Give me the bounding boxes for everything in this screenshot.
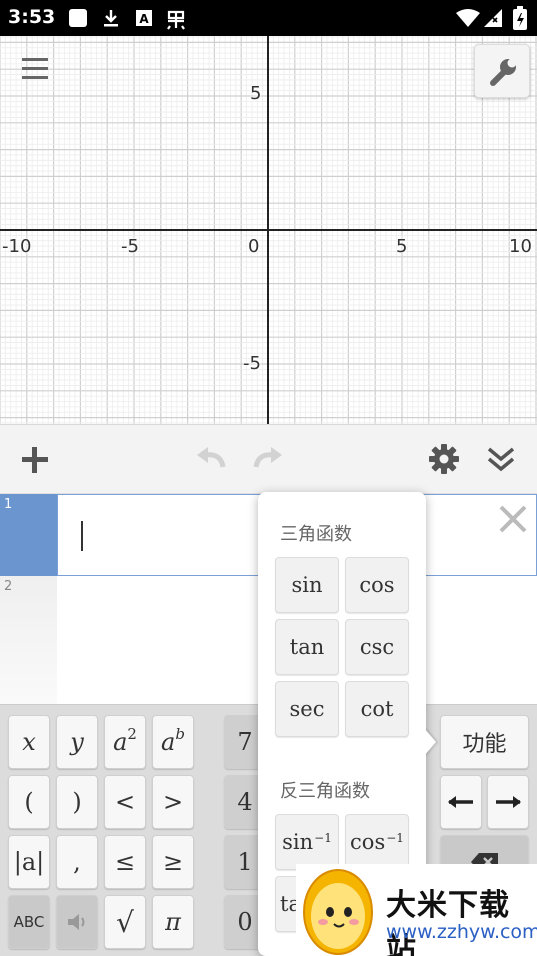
key-abs[interactable]: |a| xyxy=(8,835,50,889)
bug-icon xyxy=(164,8,188,34)
x-tick-label: 0 xyxy=(248,236,260,257)
expression-index: 1 xyxy=(4,497,13,512)
x-tick-label: -10 xyxy=(2,236,32,257)
svg-text:A: A xyxy=(139,12,149,26)
x-tick-label: -5 xyxy=(121,236,139,257)
key-audio[interactable] xyxy=(56,895,98,949)
watermark-title: 大米下载站 xyxy=(386,888,510,956)
key-greater-equal[interactable]: ≥ xyxy=(152,835,194,889)
arrow-left-icon xyxy=(448,796,473,808)
status-bar: 3:53 A xyxy=(0,0,537,36)
key-sin[interactable]: sin xyxy=(275,557,339,613)
key-sec[interactable]: sec xyxy=(275,681,339,737)
watermark: 大米下载站 www.zzhyw.com xyxy=(296,864,537,956)
wrench-icon xyxy=(490,58,517,86)
notification-square-icon xyxy=(68,8,88,32)
key-less-than[interactable]: < xyxy=(104,775,146,829)
popup-pointer xyxy=(424,728,436,756)
a-badge-icon: A xyxy=(134,8,154,32)
y-tick-label: 5 xyxy=(250,83,262,104)
key-arcsin-label: sin xyxy=(282,830,314,854)
settings-button[interactable] xyxy=(428,443,460,479)
key-arcsin[interactable]: sin −1 xyxy=(275,814,339,870)
graph-grid xyxy=(0,36,537,424)
key-a-power-b-exponent: b xyxy=(175,725,185,743)
key-y[interactable]: y xyxy=(56,715,98,769)
key-greater-than[interactable]: > xyxy=(152,775,194,829)
key-less-equal[interactable]: ≤ xyxy=(104,835,146,889)
key-arcsin-exponent: −1 xyxy=(314,831,332,845)
key-cos[interactable]: cos xyxy=(345,557,409,613)
key-arccos[interactable]: cos −1 xyxy=(345,814,409,870)
delete-expression-button[interactable] xyxy=(498,503,528,543)
collapse-button[interactable] xyxy=(485,443,517,479)
expression-index: 2 xyxy=(4,579,13,594)
key-arccos-exponent: −1 xyxy=(386,831,404,845)
expression-toolbar xyxy=(0,424,537,494)
watermark-url: www.zzhyw.com xyxy=(386,921,537,943)
close-icon xyxy=(499,505,527,533)
add-expression-button[interactable] xyxy=(20,445,50,479)
key-open-paren[interactable]: ( xyxy=(8,775,50,829)
status-time: 3:53 xyxy=(8,6,56,28)
undo-button[interactable] xyxy=(193,443,229,477)
key-a-squared-base: a xyxy=(113,728,128,756)
key-arccos-label: cos xyxy=(350,830,386,854)
redo-icon xyxy=(253,447,282,468)
hamburger-icon xyxy=(22,58,48,79)
x-tick-label: 5 xyxy=(396,236,408,257)
download-icon xyxy=(101,8,121,32)
battery-icon xyxy=(513,6,527,34)
key-x[interactable]: x xyxy=(8,715,50,769)
key-sqrt[interactable]: √ xyxy=(104,895,146,949)
expression-row-index[interactable]: 2 xyxy=(0,576,57,704)
functions-button[interactable]: 功能 xyxy=(440,715,529,769)
gear-icon xyxy=(429,444,459,474)
inverse-trig-section-title: 反三角函数 xyxy=(280,781,370,802)
y-tick-label: -5 xyxy=(243,353,261,374)
text-cursor xyxy=(81,521,83,551)
expression-row-index[interactable]: 1 xyxy=(0,494,57,576)
graph-settings-button[interactable] xyxy=(474,44,530,98)
arrow-right-icon xyxy=(496,796,521,808)
key-comma[interactable]: , xyxy=(56,835,98,889)
menu-button[interactable] xyxy=(16,56,52,84)
x-tick-label: 10 xyxy=(509,236,532,257)
key-pi[interactable]: π xyxy=(152,895,194,949)
key-a-squared-exponent: 2 xyxy=(127,725,137,743)
undo-icon xyxy=(197,447,226,468)
redo-button[interactable] xyxy=(250,443,286,477)
key-a-squared[interactable]: a2 xyxy=(104,715,146,769)
key-a-power-b-base: a xyxy=(161,728,176,756)
key-csc[interactable]: csc xyxy=(345,619,409,675)
key-a-power-b[interactable]: ab xyxy=(152,715,194,769)
double-chevron-down-icon xyxy=(487,447,515,472)
key-tan[interactable]: tan xyxy=(275,619,339,675)
key-close-paren[interactable]: ) xyxy=(56,775,98,829)
signal-icon xyxy=(484,9,502,31)
cursor-right-button[interactable] xyxy=(487,775,529,829)
key-cot[interactable]: cot xyxy=(345,681,409,737)
speaker-icon xyxy=(68,914,85,930)
trig-section-title: 三角函数 xyxy=(280,524,352,545)
cursor-left-button[interactable] xyxy=(440,775,482,829)
plus-icon xyxy=(22,447,48,473)
mascot-logo xyxy=(303,869,373,955)
wifi-icon xyxy=(456,9,480,31)
graph-paper[interactable]: -10 -5 0 5 10 5 -5 xyxy=(0,36,537,424)
key-abc[interactable]: ABC xyxy=(8,895,50,949)
